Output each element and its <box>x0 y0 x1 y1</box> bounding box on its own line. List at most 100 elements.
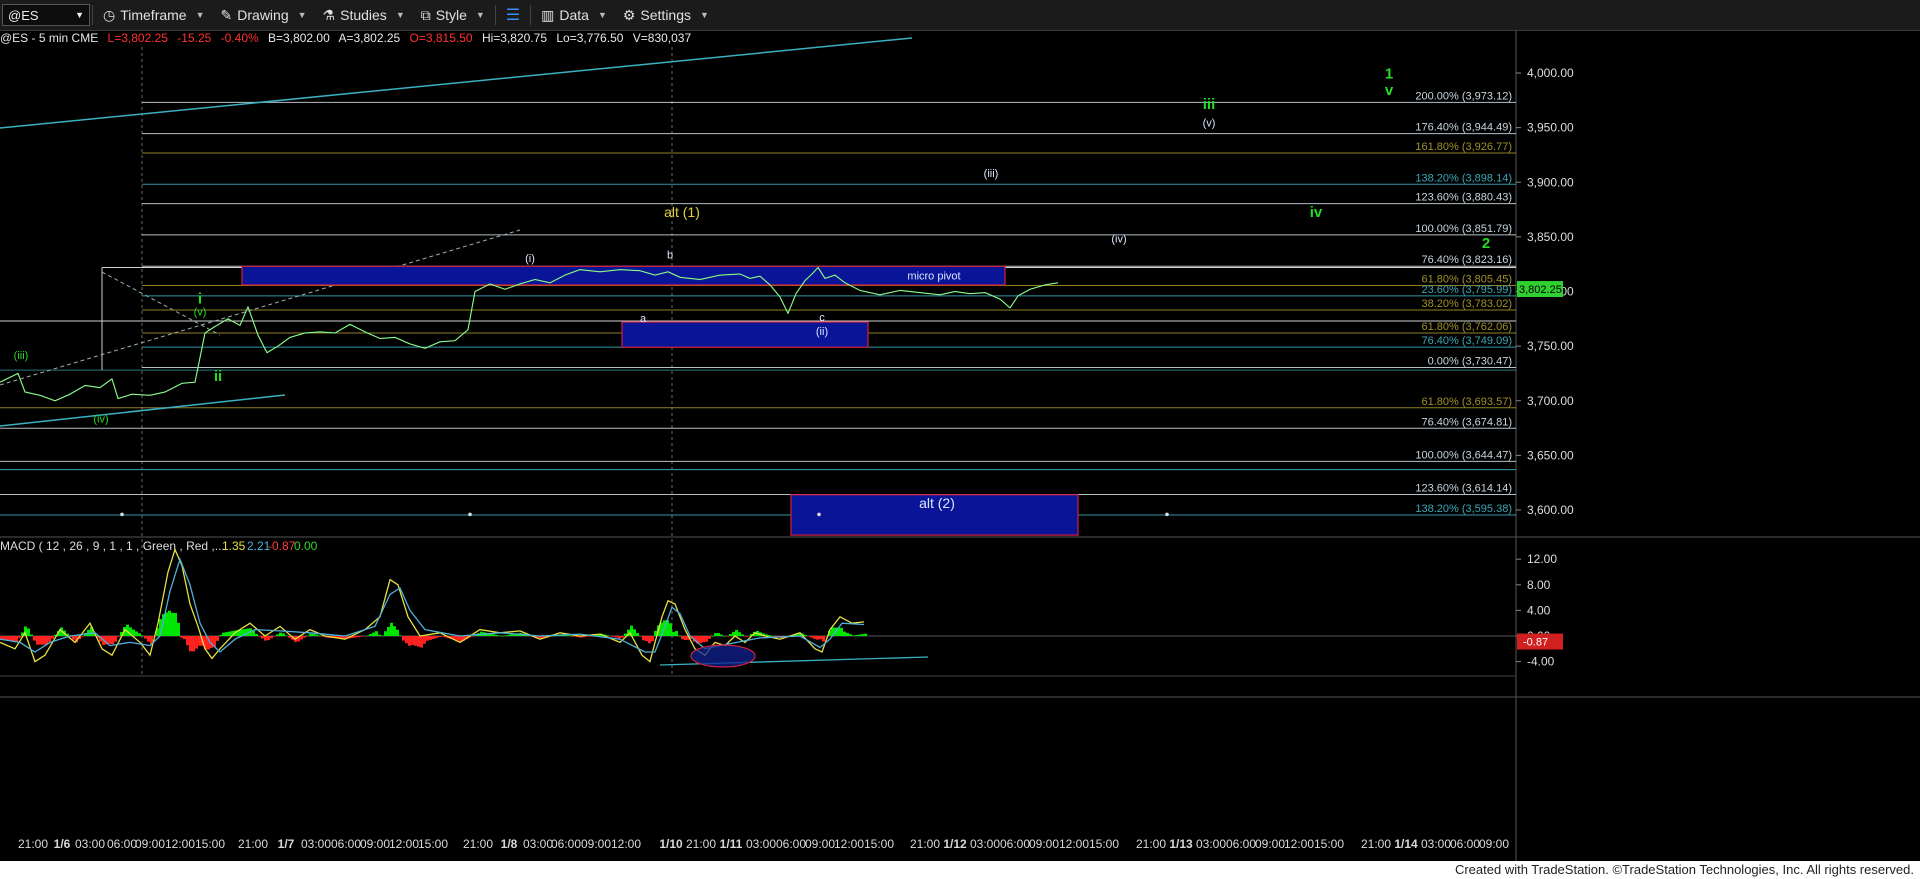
session-marker-dot <box>1165 512 1169 517</box>
time-tick-label: 15:00 <box>1089 837 1119 851</box>
macd-title: MACD ( 12 , 26 , 9 , 1 , 1 , Green , Red… <box>0 539 225 553</box>
fib-level-label: 138.20% (3,595.38) <box>1415 503 1512 515</box>
macd-histogram-bar <box>393 626 396 636</box>
studies-button[interactable]: ⚗ Studies ▼ <box>315 2 413 28</box>
time-tick-label: 03:00 <box>746 837 776 851</box>
macd-histogram-bar <box>174 612 177 636</box>
low-price: Lo=3,776.50 <box>556 31 624 45</box>
fib-level-label: 200.00% (3,973.12) <box>1415 90 1512 102</box>
macd-histogram-bar <box>168 610 171 636</box>
price-tick-label: 3,950.00 <box>1527 121 1574 135</box>
macd-histogram-bar <box>642 636 645 641</box>
wave-label: (v) <box>194 307 207 319</box>
timeframe-button[interactable]: ◷ Timeframe ▼ <box>95 2 213 28</box>
high-price: Hi=3,820.75 <box>481 31 547 45</box>
chart-area[interactable]: 4,000.003,950.003,900.003,850.003,800.00… <box>0 31 1920 861</box>
macd-histogram-bar <box>306 635 309 637</box>
price-tick-label: 3,750.00 <box>1527 339 1574 353</box>
ask-price: A=3,802.25 <box>338 31 401 45</box>
wave-label: micro pivot <box>907 270 960 282</box>
clock-icon: ◷ <box>103 6 116 23</box>
macd-histogram-bar <box>432 636 435 639</box>
fib-level-label: 76.40% (3,823.16) <box>1421 254 1512 266</box>
macd-value: 0.00 <box>294 539 318 553</box>
time-tick-label: 15:00 <box>1314 837 1344 851</box>
time-tick-label: 06:00 <box>1450 837 1480 851</box>
chevron-down-icon: ▼ <box>700 10 709 20</box>
drawing-label: Drawing <box>237 7 289 23</box>
macd-histogram-bar <box>402 636 405 641</box>
fib-level-label: 23.60% (3,795.99) <box>1421 284 1512 296</box>
macd-histogram-bar <box>357 636 360 638</box>
macd-histogram-bar <box>72 636 75 640</box>
price-tick-label: 4,000.00 <box>1527 66 1574 80</box>
macd-histogram-bar <box>729 634 732 636</box>
wave-label: (iii) <box>14 350 29 362</box>
wave-label: iv <box>1310 204 1323 221</box>
pencil-icon: ✎ <box>220 6 233 23</box>
chevron-down-icon: ▼ <box>395 10 405 20</box>
fib-level-label: 76.40% (3,674.81) <box>1421 416 1512 428</box>
macd-histogram-bar <box>261 636 264 639</box>
time-tick-label: 1/7 <box>278 837 295 851</box>
macd-histogram-bar <box>840 627 843 636</box>
macd-histogram-bar <box>651 636 654 642</box>
session-marker-dot <box>468 512 472 517</box>
wave-label: alt (2) <box>919 495 955 511</box>
macd-histogram-bar <box>420 636 423 648</box>
macd-histogram-bar <box>147 636 150 642</box>
macd-histogram-bar <box>699 636 702 643</box>
macd-histogram-bar <box>183 636 186 640</box>
macd-histogram-bar <box>177 622 180 636</box>
session-marker-dot <box>817 512 821 517</box>
wave-label: iii <box>1203 96 1216 113</box>
last-price-marker-label: 3,802.25 <box>1519 284 1562 296</box>
wave-label: v <box>1385 82 1394 99</box>
macd-histogram-bar <box>813 636 816 639</box>
macd-histogram-bar <box>396 629 399 636</box>
time-tick-label: 1/14 <box>1394 837 1418 851</box>
macd-histogram-bar <box>381 635 384 637</box>
time-tick-label: 09:00 <box>805 837 835 851</box>
layout-button[interactable]: ☰ <box>498 2 528 28</box>
macd-histogram-bar <box>849 634 852 636</box>
macd-histogram-bar <box>573 636 576 637</box>
macd-histogram-bar <box>612 636 615 637</box>
data-label: Data <box>559 7 589 23</box>
macd-histogram-bar <box>192 636 195 652</box>
style-button[interactable]: ⧉ Style ▼ <box>413 2 493 28</box>
macd-histogram-bar <box>741 634 744 636</box>
net-change: -15.25 <box>177 31 212 45</box>
time-tick-label: 06:00 <box>776 837 806 851</box>
macd-histogram-bar <box>861 634 864 636</box>
settings-button[interactable]: ⚙ Settings ▼ <box>615 2 717 28</box>
wave-label: (iii) <box>984 168 999 180</box>
macd-histogram-bar <box>171 612 174 636</box>
wave-label: 2 <box>1482 235 1490 252</box>
macd-histogram-bar <box>135 631 138 636</box>
macd-histogram-bar <box>354 636 357 638</box>
macd-histogram-bar <box>108 636 111 644</box>
macd-histogram-bar <box>501 635 504 637</box>
macd-histogram-bar <box>369 634 372 636</box>
macd-histogram-bar <box>33 636 36 641</box>
data-button[interactable]: ▥ Data ▼ <box>533 2 615 28</box>
fib-level-label: 100.00% (3,851.79) <box>1415 223 1512 235</box>
macd-histogram-bar <box>684 636 687 641</box>
price-tick-label: 3,650.00 <box>1527 448 1574 462</box>
fib-level-label: 123.60% (3,614.14) <box>1415 483 1512 495</box>
separator <box>92 5 93 25</box>
support-box <box>621 321 869 348</box>
macd-histogram-bar <box>180 636 183 638</box>
macd-histogram-bar <box>648 636 651 644</box>
macd-histogram-bar <box>384 631 387 636</box>
symbol-selector[interactable]: @ES ▼ <box>2 4 90 26</box>
toolbar: @ES ▼ ◷ Timeframe ▼ ✎ Drawing ▼ ⚗ Studie… <box>0 0 1920 31</box>
drawing-button[interactable]: ✎ Drawing ▼ <box>213 2 315 28</box>
fib-level-label: 138.20% (3,898.14) <box>1415 172 1512 184</box>
macd-histogram-bar <box>567 635 570 636</box>
studies-label: Studies <box>340 7 387 23</box>
macd-histogram-bar <box>366 635 369 637</box>
footer-credit: Created with TradeStation. ©TradeStation… <box>0 861 1920 879</box>
macd-tick-label: -4.00 <box>1527 655 1555 669</box>
